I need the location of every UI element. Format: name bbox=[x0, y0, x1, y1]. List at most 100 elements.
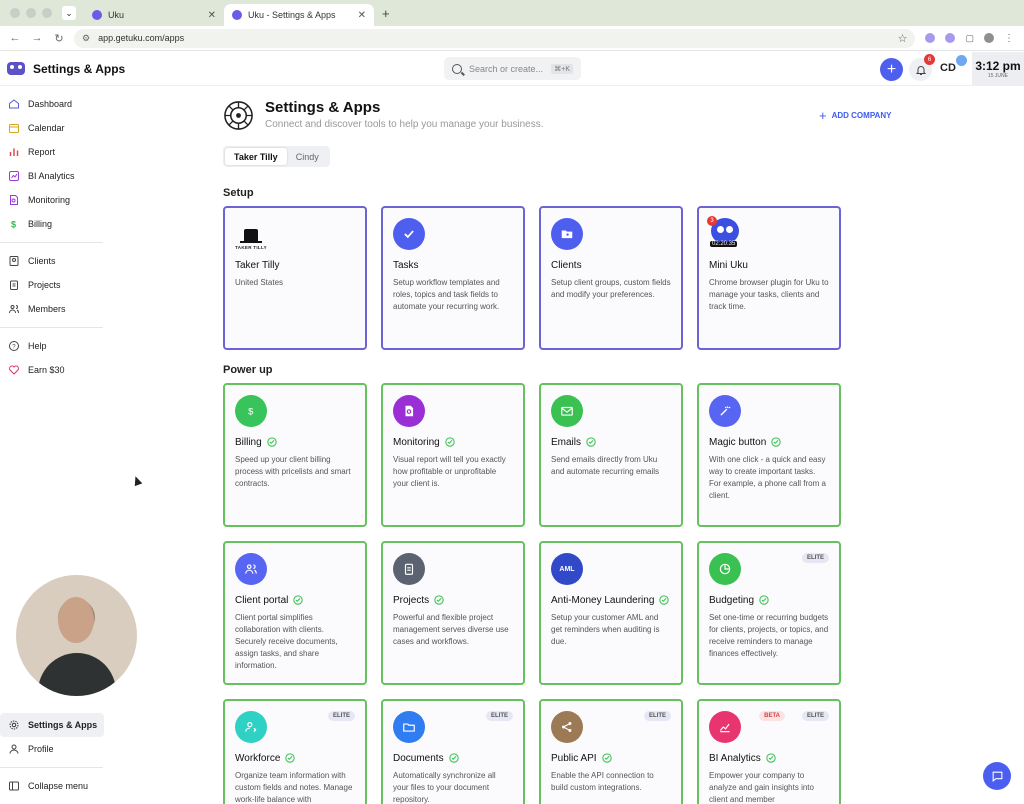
card-description: Speed up your client billing process wit… bbox=[235, 455, 351, 488]
dollar-icon: $ bbox=[8, 218, 20, 230]
new-tab-icon[interactable]: + bbox=[382, 6, 390, 21]
check-circle-icon bbox=[285, 753, 296, 763]
sidebar-item-label: Projects bbox=[28, 280, 61, 290]
chat-support-button[interactable] bbox=[983, 762, 1011, 790]
app-card-documents[interactable]: ELITE Documents Automatically synchroniz… bbox=[381, 699, 525, 804]
elite-badge: ELITE bbox=[801, 553, 829, 563]
tab-list-button[interactable]: ⌄ bbox=[62, 6, 76, 20]
calendar-icon bbox=[8, 122, 20, 134]
app-card-projects[interactable]: Projects Powerful and flexible project m… bbox=[381, 541, 525, 685]
card-title: Anti-Money Laundering bbox=[551, 593, 671, 607]
monitoring-icon bbox=[393, 395, 425, 427]
setup-card-company[interactable]: TAKER TILLY Taker Tilly United States bbox=[223, 206, 367, 350]
sidebar-item-label: Billing bbox=[28, 219, 53, 229]
sidebar-item-settings-apps[interactable]: Settings & Apps bbox=[0, 713, 104, 737]
uku-favicon-icon bbox=[92, 10, 102, 20]
sidebar-item-billing[interactable]: $ Billing bbox=[0, 212, 105, 236]
check-circle-icon bbox=[434, 595, 444, 605]
folder-open-icon bbox=[393, 711, 425, 743]
user-icon bbox=[8, 743, 20, 755]
svg-text:?: ? bbox=[12, 345, 16, 351]
more-menu-icon[interactable]: ⋮ bbox=[1004, 33, 1014, 44]
forward-arrow-icon[interactable]: → bbox=[26, 32, 48, 44]
heart-icon bbox=[8, 364, 20, 376]
bookmark-star-icon[interactable]: ☆ bbox=[898, 32, 908, 45]
search-placeholder: Search or create... bbox=[469, 63, 544, 74]
sidebar-divider bbox=[0, 242, 103, 243]
card-description: Setup workflow templates and roles, topi… bbox=[393, 278, 500, 311]
sidebar-item-members[interactable]: Members bbox=[0, 297, 105, 321]
window-controls[interactable] bbox=[10, 8, 52, 18]
puzzle-extensions-icon[interactable]: ▢ bbox=[965, 33, 974, 44]
folder-icon bbox=[551, 218, 583, 250]
elite-badge: ELITE bbox=[327, 711, 355, 721]
app-card-workforce[interactable]: ELITE Workforce Organize team informatio… bbox=[223, 699, 367, 804]
sidebar-item-monitoring[interactable]: Monitoring bbox=[0, 188, 105, 212]
search-input[interactable]: Search or create... ⌘+K bbox=[444, 57, 581, 80]
card-description: Automatically synchronize all your files… bbox=[393, 771, 496, 804]
chart-line-icon bbox=[709, 711, 741, 743]
tab-company-taker-tilly[interactable]: Taker Tilly bbox=[225, 148, 287, 165]
sidebar-item-projects[interactable]: Projects bbox=[0, 273, 105, 297]
extension-icon[interactable] bbox=[945, 33, 956, 43]
site-settings-icon[interactable]: ⚙ bbox=[82, 33, 90, 44]
add-company-button[interactable]: + ADD COMPANY bbox=[819, 108, 891, 123]
sidebar-item-profile[interactable]: Profile bbox=[0, 737, 105, 761]
sidebar-item-report[interactable]: Report bbox=[0, 140, 105, 164]
check-circle-icon bbox=[759, 595, 769, 605]
app-card-public-api[interactable]: ELITE Public API Enable the API connecti… bbox=[539, 699, 683, 804]
card-description: Setup your customer AML and get reminder… bbox=[551, 613, 660, 646]
sidebar-item-earn[interactable]: Earn $30 bbox=[0, 358, 105, 382]
uku-logo-icon[interactable] bbox=[7, 62, 25, 75]
card-title: Billing bbox=[235, 435, 355, 449]
reload-icon[interactable]: ↻ bbox=[48, 32, 70, 45]
sidebar-item-calendar[interactable]: Calendar bbox=[0, 116, 105, 140]
notifications-button[interactable]: 6 bbox=[909, 54, 935, 81]
sidebar-item-help[interactable]: ? Help bbox=[0, 334, 105, 358]
app-card-billing[interactable]: $ Billing Speed up your client billing p… bbox=[223, 383, 367, 527]
sidebar-item-label: Profile bbox=[28, 744, 54, 754]
app-card-bi-analytics[interactable]: BETA ELITE BI Analytics Empower your com… bbox=[697, 699, 841, 804]
check-circle-icon bbox=[766, 753, 776, 763]
browser-tab-bar: ⌄ Uku ✕ Uku - Settings & Apps ✕ + bbox=[0, 0, 1024, 26]
setup-card-clients[interactable]: Clients Setup client groups, custom fiel… bbox=[539, 206, 683, 350]
app-card-emails[interactable]: Emails Send emails directly from Uku and… bbox=[539, 383, 683, 527]
users-icon bbox=[235, 553, 267, 585]
check-circle-icon bbox=[448, 753, 459, 763]
collapse-menu-button[interactable]: Collapse menu bbox=[0, 774, 105, 798]
tab-company-cindy[interactable]: Cindy bbox=[287, 148, 328, 165]
setup-card-tasks[interactable]: Tasks Setup workflow templates and roles… bbox=[381, 206, 525, 350]
url-field[interactable]: ⚙ app.getuku.com/apps ☆ bbox=[74, 28, 916, 48]
extension-icon[interactable] bbox=[925, 33, 936, 43]
svg-text:$: $ bbox=[11, 220, 16, 230]
setup-card-mini-uku[interactable]: 3 02:20:35 Mini Uku Chrome browser plugi… bbox=[697, 206, 841, 350]
sidebar-item-dashboard[interactable]: Dashboard bbox=[0, 92, 105, 116]
back-arrow-icon[interactable]: ← bbox=[4, 32, 26, 44]
check-circle-icon bbox=[586, 437, 596, 447]
sidebar-item-label: Report bbox=[28, 147, 56, 157]
close-tab-icon[interactable]: ✕ bbox=[208, 10, 216, 21]
app-card-anti-money-laundering[interactable]: AML Anti-Money Laundering Setup your cus… bbox=[539, 541, 683, 685]
sidebar-item-label: Calendar bbox=[28, 123, 65, 133]
card-description: United States bbox=[235, 278, 284, 287]
app-card-budgeting[interactable]: ELITE Budgeting Set one-time or recurrin… bbox=[697, 541, 841, 685]
clock-time: 3:12 pm bbox=[975, 59, 1021, 73]
check-circle-icon bbox=[659, 595, 670, 605]
sidebar-item-bi-analytics[interactable]: BI Analytics bbox=[0, 164, 105, 188]
browser-tab[interactable]: Uku ✕ bbox=[84, 4, 224, 26]
tab-label: Uku - Settings & Apps bbox=[248, 10, 336, 20]
create-button[interactable]: + bbox=[880, 58, 903, 81]
sidebar-item-clients[interactable]: Clients bbox=[0, 249, 105, 273]
section-title-power-up: Power up bbox=[223, 364, 273, 376]
app-card-magic-button[interactable]: Magic button With one click - a quick an… bbox=[697, 383, 841, 527]
profile-avatar-icon[interactable] bbox=[984, 33, 994, 43]
close-tab-icon[interactable]: ✕ bbox=[358, 10, 366, 21]
app-card-monitoring[interactable]: Monitoring Visual report will tell you e… bbox=[381, 383, 525, 527]
user-avatar[interactable]: CD bbox=[940, 55, 967, 74]
browser-tab-active[interactable]: Uku - Settings & Apps ✕ bbox=[224, 4, 374, 26]
check-circle-icon bbox=[293, 595, 304, 605]
app-card-client-portal[interactable]: Client portal Client portal simplifies c… bbox=[223, 541, 367, 685]
browser-address-bar: ← → ↻ ⚙ app.getuku.com/apps ☆ ▢ ⋮ bbox=[0, 26, 1024, 51]
card-description: Visual report will tell you exactly how … bbox=[393, 455, 506, 488]
check-circle-icon bbox=[267, 437, 277, 447]
